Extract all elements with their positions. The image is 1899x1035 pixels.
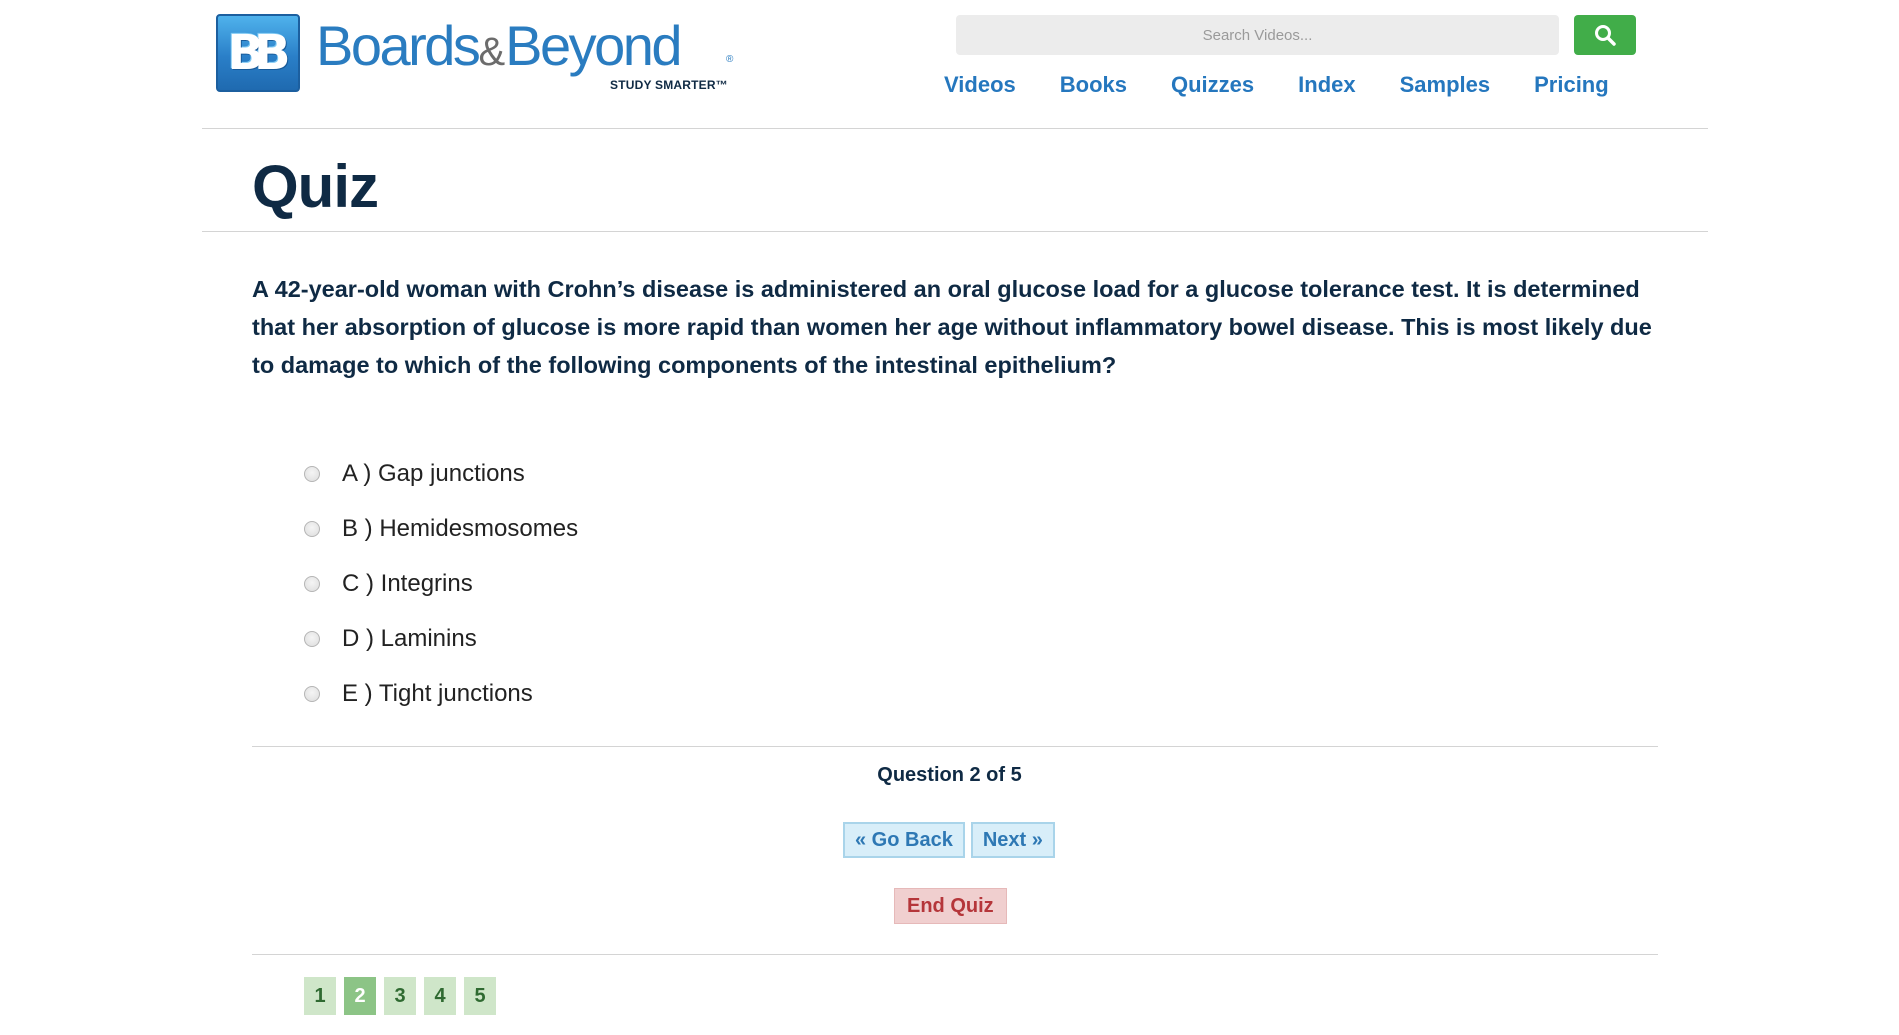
- go-back-button[interactable]: « Go Back: [843, 822, 965, 858]
- title-bar: Quiz: [202, 130, 1708, 232]
- page-button-5[interactable]: 5: [464, 977, 496, 1015]
- divider: [252, 746, 1658, 747]
- question-navigation: « Go Back Next »: [843, 822, 1055, 858]
- logo-mark: BB: [216, 14, 300, 92]
- search-icon: [1595, 25, 1616, 46]
- nav-link-quizzes[interactable]: Quizzes: [1171, 72, 1254, 98]
- nav-link-samples[interactable]: Samples: [1400, 72, 1491, 98]
- page-button-2-current[interactable]: 2: [344, 977, 376, 1015]
- radio-button[interactable]: [304, 575, 320, 592]
- answer-label: E ) Tight junctions: [342, 679, 533, 707]
- nav-link-books[interactable]: Books: [1060, 72, 1127, 98]
- logo-wordmark: Boards&Beyond ® STUDY SMARTER™: [316, 14, 756, 94]
- logo-word-beyond: Beyond: [505, 14, 682, 77]
- answer-label: D ) Laminins: [342, 624, 477, 652]
- page-title: Quiz: [252, 153, 379, 220]
- answer-label: C ) Integrins: [342, 569, 473, 597]
- logo-word-boards: Boards: [316, 14, 481, 77]
- main-nav: Videos Books Quizzes Index Samples Prici…: [944, 72, 1609, 98]
- search-button[interactable]: [1574, 15, 1636, 55]
- logo-word: Boards&Beyond: [316, 18, 683, 74]
- page-button-3[interactable]: 3: [384, 977, 416, 1015]
- logo[interactable]: BB Boards&Beyond ® STUDY SMARTER™: [216, 14, 756, 94]
- next-button[interactable]: Next »: [970, 822, 1055, 858]
- radio-button[interactable]: [304, 630, 320, 647]
- nav-link-pricing[interactable]: Pricing: [1534, 72, 1609, 98]
- nav-link-videos[interactable]: Videos: [944, 72, 1016, 98]
- nav-link-index[interactable]: Index: [1298, 72, 1355, 98]
- answer-option-c[interactable]: C ) Integrins: [304, 556, 578, 611]
- radio-button[interactable]: [304, 465, 320, 482]
- answer-options: A ) Gap junctions B ) Hemidesmosomes C )…: [304, 446, 578, 721]
- radio-button[interactable]: [304, 520, 320, 537]
- answer-option-a[interactable]: A ) Gap junctions: [304, 446, 578, 501]
- divider: [252, 954, 1658, 955]
- question-text: A 42-year-old woman with Crohn’s disease…: [252, 276, 1652, 378]
- question-pager: 1 2 3 4 5: [304, 977, 496, 1015]
- question-progress: Question 2 of 5: [877, 764, 1022, 786]
- logo-registered-mark: ®: [726, 54, 734, 65]
- answer-label: B ) Hemidesmosomes: [342, 514, 579, 542]
- answer-label: A ) Gap junctions: [342, 459, 525, 487]
- logo-word-amp: &: [478, 30, 506, 74]
- logo-tagline: STUDY SMARTER™: [610, 78, 728, 92]
- radio-button[interactable]: [304, 685, 320, 702]
- answer-option-e[interactable]: E ) Tight junctions: [304, 666, 578, 721]
- answer-option-b[interactable]: B ) Hemidesmosomes: [304, 501, 578, 556]
- end-quiz-button[interactable]: End Quiz: [894, 888, 1007, 924]
- search-input[interactable]: [956, 15, 1559, 55]
- page-button-4[interactable]: 4: [424, 977, 456, 1015]
- site-header: BB Boards&Beyond ® STUDY SMARTER™ Videos…: [202, 0, 1708, 129]
- answer-option-d[interactable]: D ) Laminins: [304, 611, 578, 666]
- logo-mark-text: BB: [227, 25, 290, 81]
- page-button-1[interactable]: 1: [304, 977, 336, 1015]
